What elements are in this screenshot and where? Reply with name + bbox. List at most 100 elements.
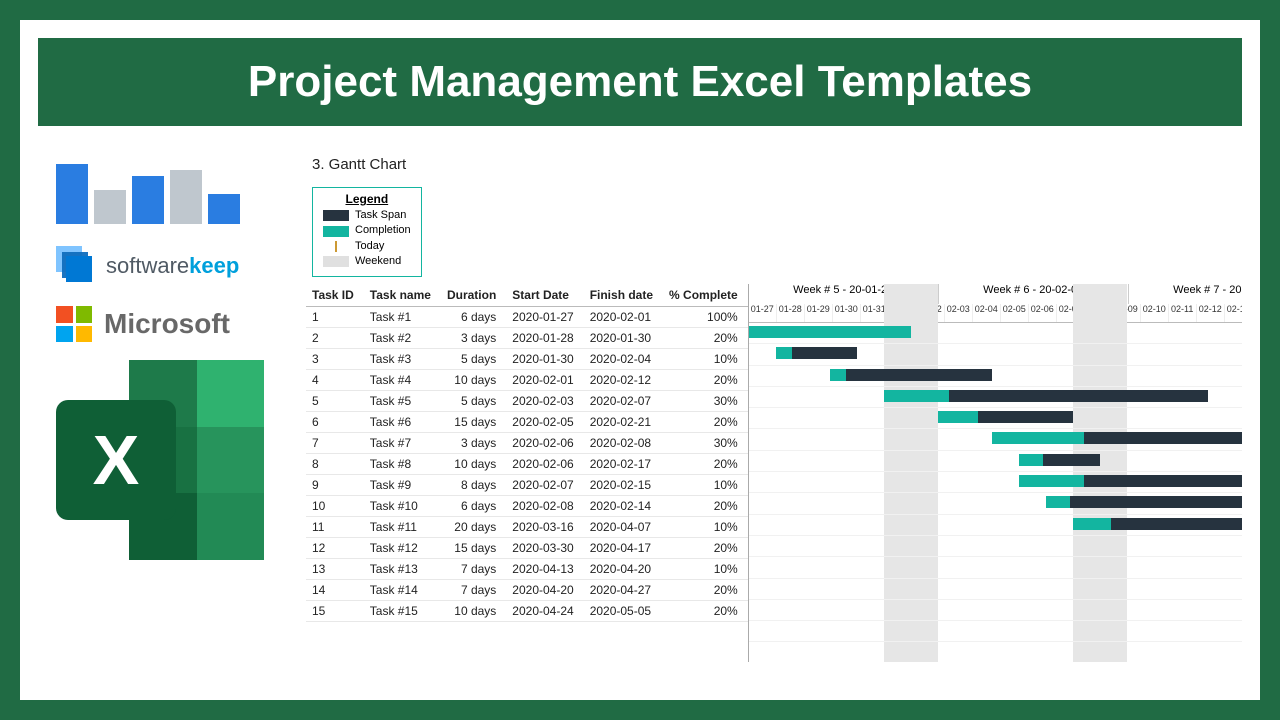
cell-finish[interactable]: 2020-04-20 [584,559,663,580]
cell-start[interactable]: 2020-02-03 [506,391,583,412]
cell-id[interactable]: 10 [306,496,364,517]
col-task-name[interactable]: Task name [364,284,441,307]
cell-start[interactable]: 2020-01-27 [506,307,583,328]
cell-pct[interactable]: 20% [663,328,748,349]
cell-finish[interactable]: 2020-02-04 [584,349,663,370]
cell-name[interactable]: Task #9 [364,475,441,496]
table-row[interactable]: 9Task #98 days2020-02-072020-02-1510% [306,475,748,496]
cell-start[interactable]: 2020-04-20 [506,580,583,601]
cell-duration[interactable]: 10 days [441,370,506,391]
cell-duration[interactable]: 3 days [441,433,506,454]
cell-start[interactable]: 2020-02-06 [506,454,583,475]
cell-duration[interactable]: 7 days [441,559,506,580]
cell-start[interactable]: 2020-02-05 [506,412,583,433]
cell-id[interactable]: 8 [306,454,364,475]
table-row[interactable]: 3Task #35 days2020-01-302020-02-0410% [306,349,748,370]
cell-id[interactable]: 4 [306,370,364,391]
cell-pct[interactable]: 10% [663,475,748,496]
table-row[interactable]: 4Task #410 days2020-02-012020-02-1220% [306,370,748,391]
cell-finish[interactable]: 2020-02-14 [584,496,663,517]
cell-duration[interactable]: 15 days [441,538,506,559]
cell-id[interactable]: 15 [306,601,364,622]
table-row[interactable]: 12Task #1215 days2020-03-302020-04-1720% [306,538,748,559]
table-row[interactable]: 7Task #73 days2020-02-062020-02-0830% [306,433,748,454]
table-row[interactable]: 2Task #23 days2020-01-282020-01-3020% [306,328,748,349]
cell-name[interactable]: Task #15 [364,601,441,622]
table-row[interactable]: 1Task #16 days2020-01-272020-02-01100% [306,307,748,328]
cell-duration[interactable]: 3 days [441,328,506,349]
cell-start[interactable]: 2020-04-24 [506,601,583,622]
table-row[interactable]: 6Task #615 days2020-02-052020-02-2120% [306,412,748,433]
cell-pct[interactable]: 30% [663,433,748,454]
cell-start[interactable]: 2020-03-16 [506,517,583,538]
cell-finish[interactable]: 2020-02-21 [584,412,663,433]
col-task-id[interactable]: Task ID [306,284,364,307]
cell-name[interactable]: Task #13 [364,559,441,580]
cell-id[interactable]: 5 [306,391,364,412]
cell-id[interactable]: 2 [306,328,364,349]
cell-start[interactable]: 2020-01-30 [506,349,583,370]
cell-name[interactable]: Task #3 [364,349,441,370]
cell-name[interactable]: Task #5 [364,391,441,412]
cell-finish[interactable]: 2020-02-17 [584,454,663,475]
col-start[interactable]: Start Date [506,284,583,307]
cell-id[interactable]: 9 [306,475,364,496]
cell-duration[interactable]: 7 days [441,580,506,601]
cell-finish[interactable]: 2020-02-07 [584,391,663,412]
cell-start[interactable]: 2020-02-06 [506,433,583,454]
cell-name[interactable]: Task #10 [364,496,441,517]
cell-id[interactable]: 11 [306,517,364,538]
table-row[interactable]: 11Task #1120 days2020-03-162020-04-0710% [306,517,748,538]
table-row[interactable]: 14Task #147 days2020-04-202020-04-2720% [306,580,748,601]
cell-pct[interactable]: 20% [663,454,748,475]
cell-finish[interactable]: 2020-02-12 [584,370,663,391]
col-pct[interactable]: % Complete [663,284,748,307]
cell-name[interactable]: Task #1 [364,307,441,328]
cell-id[interactable]: 3 [306,349,364,370]
cell-start[interactable]: 2020-02-08 [506,496,583,517]
cell-pct[interactable]: 20% [663,538,748,559]
cell-id[interactable]: 14 [306,580,364,601]
cell-start[interactable]: 2020-04-13 [506,559,583,580]
cell-pct[interactable]: 10% [663,517,748,538]
table-row[interactable]: 15Task #1510 days2020-04-242020-05-0520% [306,601,748,622]
cell-finish[interactable]: 2020-02-08 [584,433,663,454]
cell-duration[interactable]: 15 days [441,412,506,433]
cell-duration[interactable]: 5 days [441,349,506,370]
cell-id[interactable]: 1 [306,307,364,328]
cell-id[interactable]: 13 [306,559,364,580]
cell-start[interactable]: 2020-02-01 [506,370,583,391]
cell-id[interactable]: 6 [306,412,364,433]
cell-name[interactable]: Task #4 [364,370,441,391]
cell-id[interactable]: 7 [306,433,364,454]
cell-name[interactable]: Task #11 [364,517,441,538]
cell-duration[interactable]: 6 days [441,496,506,517]
table-row[interactable]: 13Task #137 days2020-04-132020-04-2010% [306,559,748,580]
cell-name[interactable]: Task #2 [364,328,441,349]
cell-pct[interactable]: 100% [663,307,748,328]
col-duration[interactable]: Duration [441,284,506,307]
cell-start[interactable]: 2020-03-30 [506,538,583,559]
cell-name[interactable]: Task #14 [364,580,441,601]
cell-pct[interactable]: 20% [663,370,748,391]
table-row[interactable]: 10Task #106 days2020-02-082020-02-1420% [306,496,748,517]
cell-pct[interactable]: 10% [663,559,748,580]
cell-pct[interactable]: 30% [663,391,748,412]
cell-pct[interactable]: 10% [663,349,748,370]
cell-pct[interactable]: 20% [663,601,748,622]
cell-finish[interactable]: 2020-04-17 [584,538,663,559]
cell-pct[interactable]: 20% [663,580,748,601]
cell-name[interactable]: Task #12 [364,538,441,559]
cell-duration[interactable]: 20 days [441,517,506,538]
cell-name[interactable]: Task #8 [364,454,441,475]
cell-duration[interactable]: 5 days [441,391,506,412]
cell-name[interactable]: Task #6 [364,412,441,433]
col-finish[interactable]: Finish date [584,284,663,307]
cell-duration[interactable]: 10 days [441,601,506,622]
cell-finish[interactable]: 2020-02-01 [584,307,663,328]
cell-start[interactable]: 2020-01-28 [506,328,583,349]
cell-id[interactable]: 12 [306,538,364,559]
table-row[interactable]: 8Task #810 days2020-02-062020-02-1720% [306,454,748,475]
cell-start[interactable]: 2020-02-07 [506,475,583,496]
cell-duration[interactable]: 8 days [441,475,506,496]
